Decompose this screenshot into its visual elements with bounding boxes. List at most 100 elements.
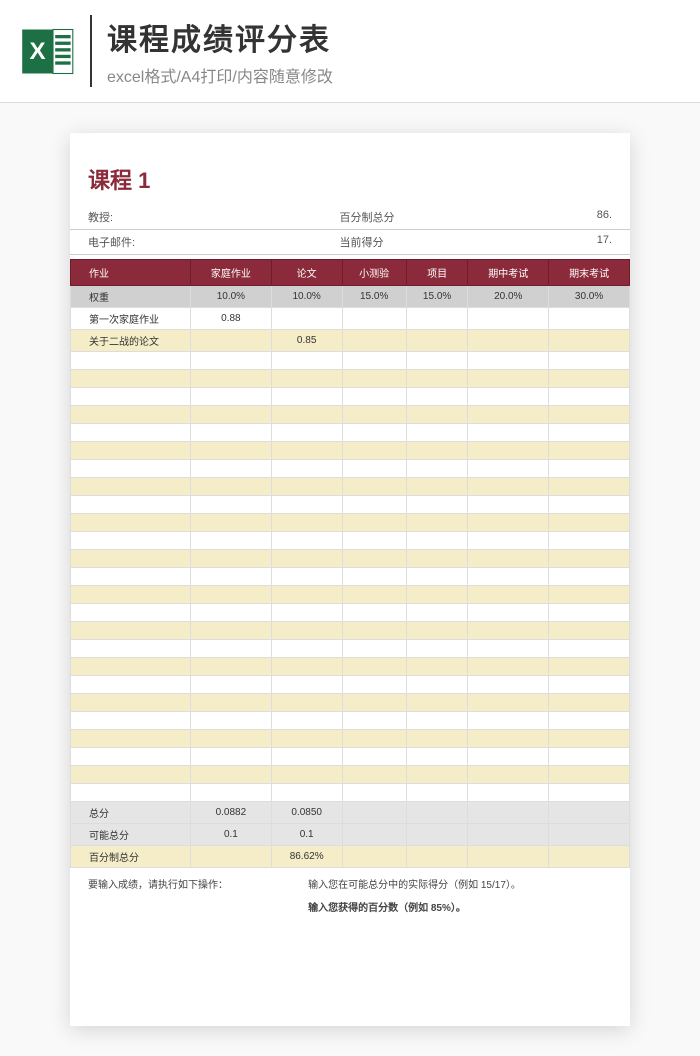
cell[interactable] [549,622,630,640]
cell[interactable] [191,784,272,802]
cell[interactable] [271,424,342,442]
row-label[interactable]: 可能总分 [71,824,191,846]
cell[interactable] [468,622,549,640]
cell[interactable] [191,712,272,730]
cell[interactable] [342,824,406,846]
cell[interactable] [406,694,468,712]
row-label[interactable] [71,478,191,496]
cell[interactable] [191,748,272,766]
row-label[interactable] [71,784,191,802]
cell[interactable] [191,550,272,568]
cell[interactable]: 10.0% [191,286,272,308]
cell[interactable] [549,694,630,712]
cell[interactable] [342,730,406,748]
cell[interactable] [406,676,468,694]
cell[interactable] [406,640,468,658]
cell[interactable] [342,846,406,868]
cell[interactable] [271,640,342,658]
cell[interactable] [406,460,468,478]
cell[interactable] [468,352,549,370]
row-label[interactable]: 百分制总分 [71,846,191,868]
cell[interactable] [191,406,272,424]
cell[interactable] [191,352,272,370]
cell[interactable] [191,586,272,604]
cell[interactable] [406,802,468,824]
cell[interactable] [342,802,406,824]
cell[interactable] [406,352,468,370]
cell[interactable] [406,712,468,730]
cell[interactable] [271,694,342,712]
cell[interactable] [406,308,468,330]
cell[interactable] [342,532,406,550]
cell[interactable] [271,406,342,424]
cell[interactable] [549,406,630,424]
cell[interactable] [342,766,406,784]
cell[interactable] [271,352,342,370]
cell[interactable] [468,550,549,568]
cell[interactable] [406,496,468,514]
cell[interactable] [468,766,549,784]
cell[interactable] [191,424,272,442]
row-label[interactable]: 第一次家庭作业 [71,308,191,330]
cell[interactable] [468,406,549,424]
row-label[interactable] [71,694,191,712]
cell[interactable] [271,496,342,514]
cell[interactable] [191,478,272,496]
cell[interactable] [468,784,549,802]
cell[interactable] [406,658,468,676]
cell[interactable] [468,846,549,868]
cell[interactable] [342,694,406,712]
cell[interactable] [549,460,630,478]
cell[interactable] [549,550,630,568]
cell[interactable] [271,308,342,330]
cell[interactable]: 0.1 [191,824,272,846]
cell[interactable]: 0.0850 [271,802,342,824]
cell[interactable] [468,424,549,442]
cell[interactable] [271,568,342,586]
cell[interactable] [549,586,630,604]
cell[interactable] [271,586,342,604]
cell[interactable] [342,784,406,802]
cell[interactable] [549,424,630,442]
cell[interactable] [271,604,342,622]
cell[interactable] [342,676,406,694]
cell[interactable] [342,586,406,604]
cell[interactable] [549,802,630,824]
cell[interactable] [406,846,468,868]
cell[interactable] [468,586,549,604]
row-label[interactable] [71,388,191,406]
cell[interactable] [271,388,342,406]
cell[interactable] [271,370,342,388]
cell[interactable] [191,694,272,712]
cell[interactable] [468,308,549,330]
cell[interactable] [406,532,468,550]
row-label[interactable] [71,352,191,370]
cell[interactable] [342,496,406,514]
cell[interactable] [191,730,272,748]
cell[interactable] [342,330,406,352]
cell[interactable] [468,658,549,676]
cell[interactable] [191,658,272,676]
cell[interactable] [406,748,468,766]
cell[interactable] [468,568,549,586]
cell[interactable]: 86.62% [271,846,342,868]
cell[interactable] [271,784,342,802]
cell[interactable] [191,676,272,694]
cell[interactable] [191,330,272,352]
cell[interactable] [406,784,468,802]
cell[interactable] [468,640,549,658]
row-label[interactable] [71,550,191,568]
cell[interactable] [468,496,549,514]
cell[interactable] [468,442,549,460]
cell[interactable] [271,622,342,640]
cell[interactable] [191,766,272,784]
row-label[interactable] [71,496,191,514]
cell[interactable] [549,846,630,868]
row-label[interactable] [71,640,191,658]
cell[interactable] [191,460,272,478]
cell[interactable] [549,514,630,532]
cell[interactable] [468,330,549,352]
cell[interactable] [342,640,406,658]
cell[interactable]: 15.0% [406,286,468,308]
cell[interactable]: 30.0% [549,286,630,308]
